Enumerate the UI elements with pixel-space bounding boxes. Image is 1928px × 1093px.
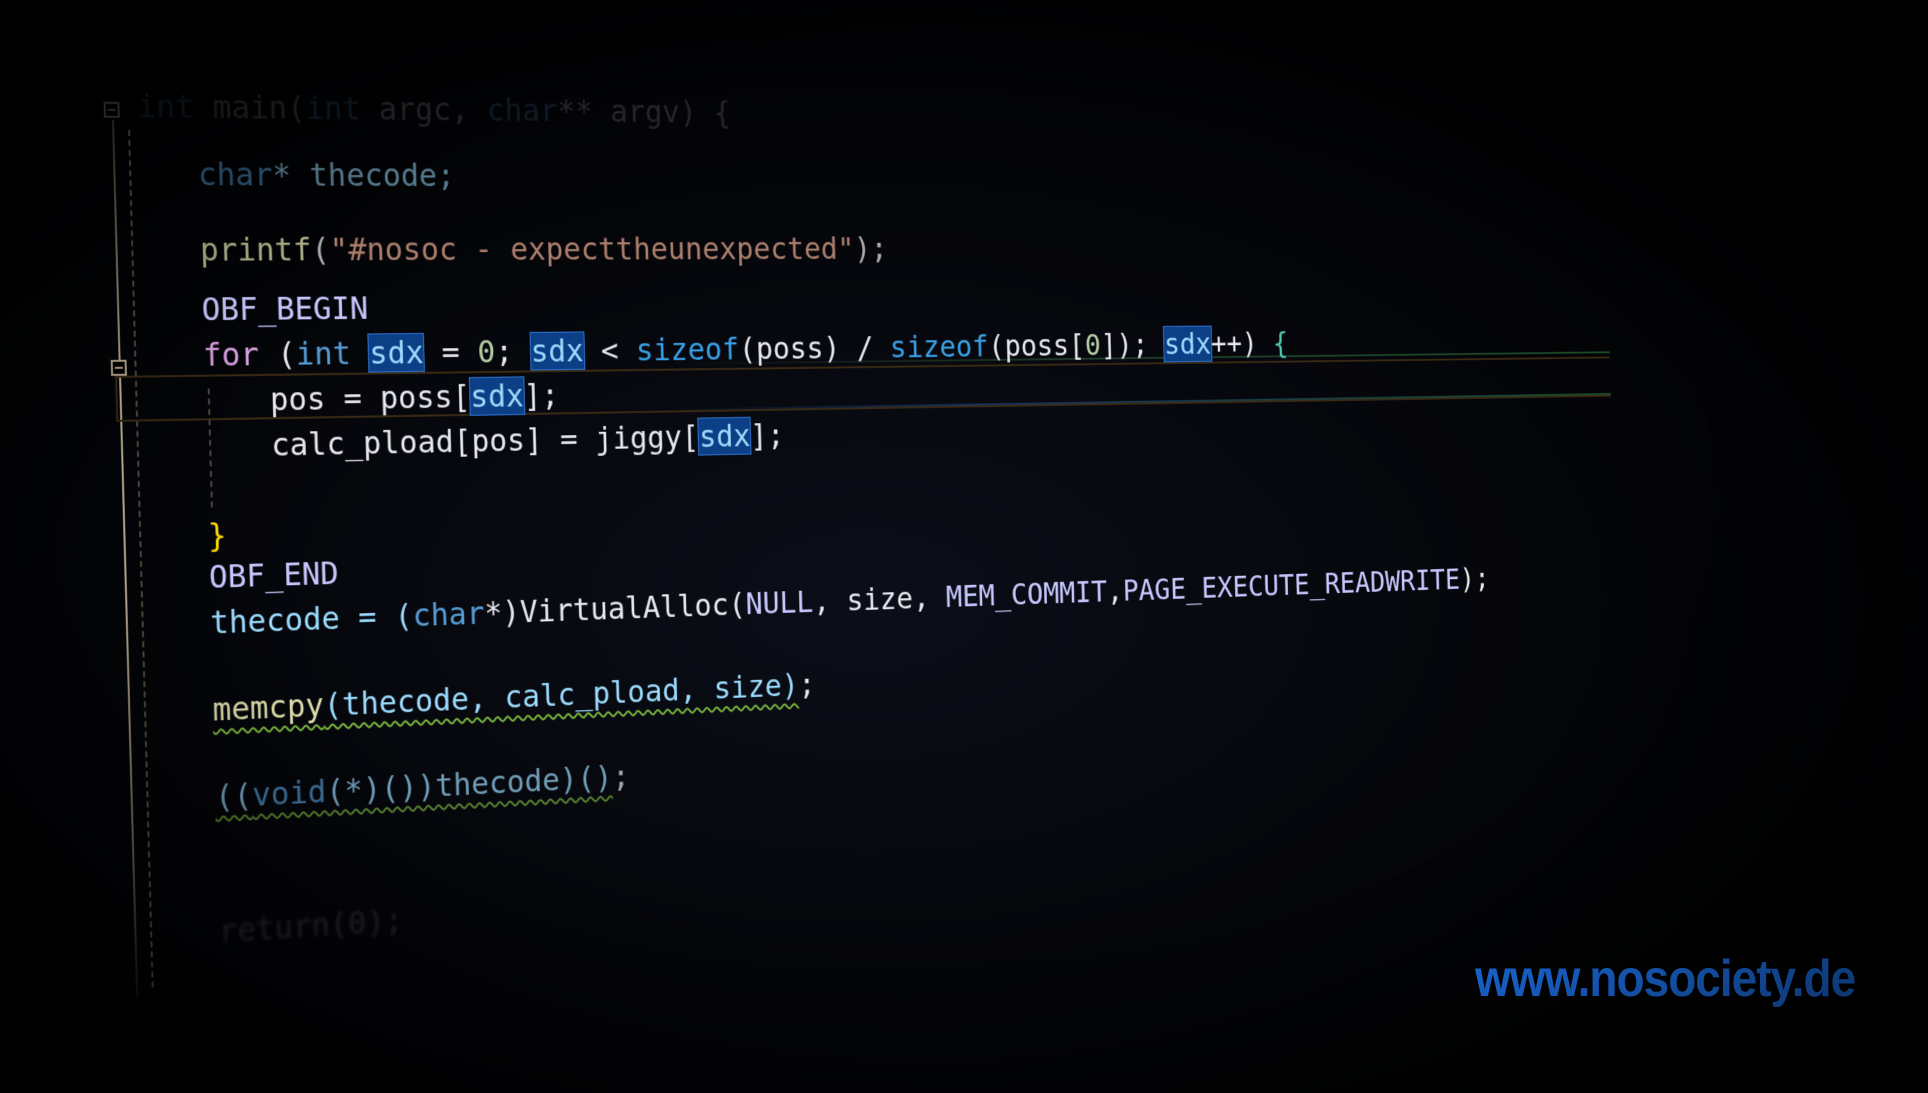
highlighted-symbol: sdx	[1164, 326, 1212, 361]
code-editor: int main(int argc, char** argv) { char* …	[97, 70, 1631, 1030]
code-line-close-brace[interactable]: }	[207, 515, 227, 555]
code-line-printf[interactable]: printf("#nosoc - expecttheunexpected");	[199, 230, 888, 270]
highlighted-symbol: sdx	[530, 332, 584, 369]
collapse-icon[interactable]	[104, 102, 120, 118]
highlighted-symbol: sdx	[470, 377, 524, 415]
code-line-pos[interactable]: pos = poss[sdx];	[269, 376, 559, 419]
highlighted-symbol: sdx	[699, 418, 751, 455]
photo-scene: int main(int argc, char** argv) { char* …	[0, 0, 1928, 1093]
code-line-virtualalloc[interactable]: thecode = (char*)VirtualAlloc(NULL, size…	[210, 560, 1490, 642]
watermark-url: www.nosociety.de	[1475, 948, 1855, 1008]
code-line-obf-begin[interactable]: OBF_BEGIN	[201, 289, 368, 330]
code-line-call[interactable]: ((void(*)())thecode)();	[214, 757, 630, 817]
code-line-char-decl[interactable]: char* thecode;	[197, 154, 455, 195]
collapse-icon[interactable]	[111, 360, 127, 376]
code-line-obf-end[interactable]: OBF_END	[208, 553, 339, 596]
code-line-main[interactable]: int main(int argc, char** argv) {	[137, 86, 732, 131]
code-line-calc[interactable]: calc_pload[pos] = jiggy[sdx];	[271, 416, 785, 464]
outline-gutter	[112, 120, 138, 999]
code-line-memcpy[interactable]: memcpy(thecode, calc_pload, size);	[212, 665, 816, 729]
highlighted-symbol: sdx	[369, 334, 424, 372]
code-line-return[interactable]: return(0);	[218, 900, 403, 951]
